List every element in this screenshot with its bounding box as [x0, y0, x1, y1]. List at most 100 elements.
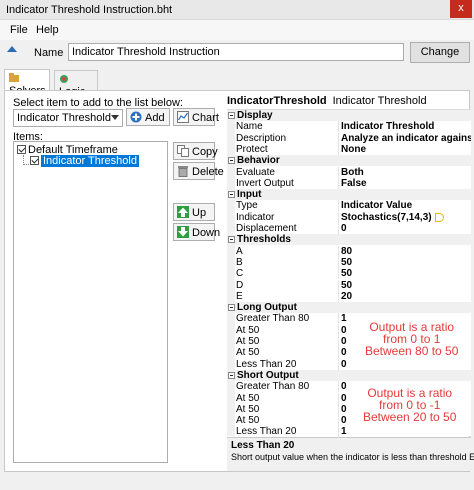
chevron-down-icon: [111, 115, 119, 120]
property-key: Indicator: [236, 211, 275, 223]
property-row[interactable]: E 20: [227, 290, 471, 302]
add-button[interactable]: Add: [126, 108, 170, 126]
collapse-icon[interactable]: [228, 236, 235, 244]
column-divider: [338, 279, 339, 291]
name-input[interactable]: [68, 43, 404, 61]
add-icon: [130, 111, 142, 123]
property-value[interactable]: Both: [341, 167, 471, 178]
column-divider: [338, 211, 339, 223]
tab-solvers[interactable]: Solvers: [4, 69, 50, 97]
property-category[interactable]: Thresholds: [227, 234, 471, 246]
close-button[interactable]: x: [450, 0, 472, 18]
menu-help[interactable]: Help: [36, 24, 59, 36]
property-row[interactable]: Displacement 0: [227, 223, 471, 234]
property-row[interactable]: D 50: [227, 279, 471, 291]
property-key: Less Than 20: [236, 426, 297, 436]
property-value[interactable]: Stochastics(7,14,3): [341, 212, 471, 223]
property-value[interactable]: None: [341, 144, 471, 155]
column-divider: [338, 324, 339, 336]
property-key: Name: [236, 121, 263, 133]
copy-button[interactable]: Copy: [173, 142, 218, 160]
annotation-line: Between 20 to 50: [363, 410, 457, 424]
property-key: Type: [236, 200, 258, 212]
tree-item-indicator-threshold[interactable]: Indicator Threshold: [30, 155, 139, 167]
property-category-label: Display: [237, 110, 273, 121]
chart-button[interactable]: Chart: [173, 108, 219, 126]
delete-button[interactable]: Delete: [173, 162, 224, 180]
property-category-label: Input: [237, 189, 262, 201]
property-value[interactable]: Indicator Threshold: [341, 121, 471, 132]
column-divider: [338, 177, 339, 189]
checkbox-checked-icon[interactable]: [30, 156, 39, 165]
property-row[interactable]: Evaluate Both: [227, 166, 471, 178]
title-bar: Indicator Threshold Instruction.bht x: [0, 0, 474, 20]
property-key: B: [236, 256, 243, 268]
property-row[interactable]: Protect None: [227, 143, 471, 155]
property-value[interactable]: 0: [341, 223, 471, 234]
name-bar: Name Change: [0, 40, 474, 66]
property-value[interactable]: Indicator Value: [341, 200, 471, 211]
move-up-button-label: Up: [192, 207, 207, 219]
property-row[interactable]: Invert Output False: [227, 177, 471, 189]
property-category[interactable]: Behavior: [227, 155, 471, 167]
property-key: Evaluate: [236, 166, 275, 178]
collapse-icon[interactable]: [228, 304, 235, 312]
collapse-icon[interactable]: [228, 371, 235, 379]
property-value[interactable]: False: [341, 178, 471, 189]
column-divider: [338, 143, 339, 155]
property-row[interactable]: Description Analyze an indicator against …: [227, 132, 471, 144]
property-row[interactable]: Less Than 20 0: [227, 358, 471, 370]
property-value[interactable]: 50: [341, 280, 471, 291]
menu-file[interactable]: File: [10, 24, 28, 36]
property-row[interactable]: B 50: [227, 256, 471, 268]
item-type-select[interactable]: Indicator Threshold: [13, 109, 123, 127]
delete-button-label: Delete: [192, 166, 224, 178]
chart-button-label: Chart: [192, 112, 219, 124]
property-row[interactable]: A 80: [227, 245, 471, 257]
property-category[interactable]: Long Output: [227, 302, 471, 314]
property-category[interactable]: Input: [227, 189, 471, 201]
help-description: Short output value when the indicator is…: [231, 452, 474, 462]
property-row[interactable]: C 50: [227, 268, 471, 280]
property-key: Displacement: [236, 223, 297, 234]
property-grid-header: IndicatorThreshold Indicator Threshold: [227, 95, 427, 107]
collapse-icon[interactable]: [228, 191, 235, 199]
logic-icon: [59, 74, 69, 84]
property-value[interactable]: 1: [341, 426, 471, 436]
collapse-icon[interactable]: [228, 112, 235, 119]
property-value[interactable]: 50: [341, 257, 471, 268]
property-value[interactable]: 80: [341, 246, 471, 257]
property-row[interactable]: Name Indicator Threshold: [227, 121, 471, 133]
column-divider: [338, 200, 339, 212]
property-key: C: [236, 268, 244, 280]
property-object-type: Indicator Threshold: [332, 95, 427, 107]
property-row[interactable]: Less Than 20 1: [227, 426, 471, 436]
collapse-icon[interactable]: [228, 157, 235, 165]
arrow-up-icon: [177, 206, 189, 218]
items-tree[interactable]: Default Timeframe Indicator Threshold: [13, 141, 168, 463]
property-category[interactable]: Short Output: [227, 369, 471, 381]
property-key: D: [236, 279, 244, 291]
solvers-icon: [9, 73, 19, 83]
property-category[interactable]: Display: [227, 110, 471, 121]
column-divider: [338, 415, 339, 427]
column-divider: [338, 256, 339, 268]
property-key: Invert Output: [236, 177, 294, 189]
change-button[interactable]: Change: [410, 42, 470, 63]
move-down-button[interactable]: Down: [173, 223, 220, 241]
column-divider: [338, 313, 339, 325]
property-row[interactable]: Type Indicator Value: [227, 200, 471, 212]
tab-logic[interactable]: Logic: [54, 70, 98, 98]
property-value[interactable]: Analyze an indicator against 5 p: [341, 133, 471, 144]
property-value[interactable]: 50: [341, 268, 471, 279]
column-divider: [338, 358, 339, 370]
checkbox-checked-icon[interactable]: [17, 145, 26, 154]
property-value[interactable]: 0: [341, 359, 471, 370]
collapse-arrow-icon[interactable]: [7, 46, 17, 52]
property-value[interactable]: 20: [341, 291, 471, 302]
property-row[interactable]: Indicator Stochastics(7,14,3): [227, 211, 471, 223]
column-divider: [338, 166, 339, 178]
copy-button-label: Copy: [192, 146, 218, 158]
move-up-button[interactable]: Up: [173, 203, 215, 221]
edit-indicator-icon[interactable]: [435, 212, 444, 222]
